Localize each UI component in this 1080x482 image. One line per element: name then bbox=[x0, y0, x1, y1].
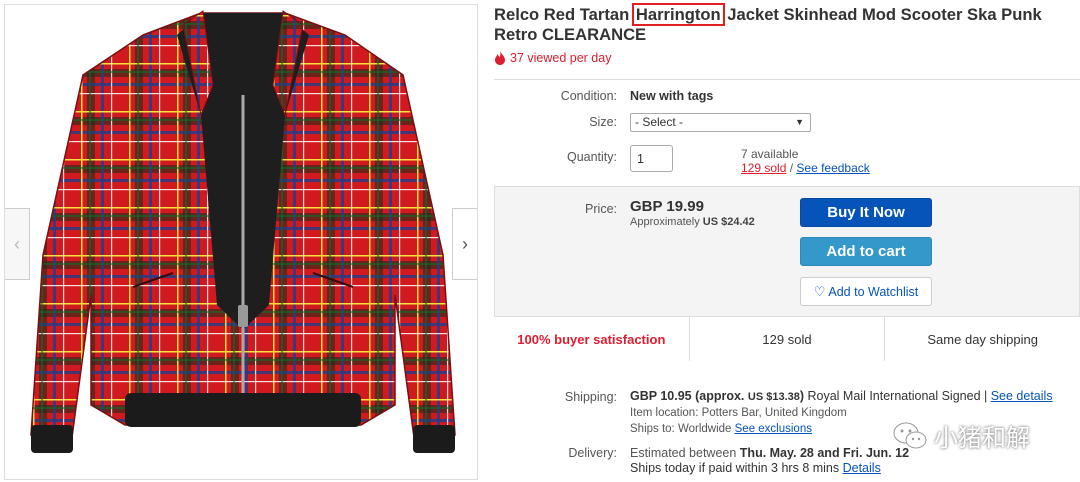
shipping-cost: GBP 10.95 (approx. bbox=[630, 389, 748, 403]
product-image-gallery: ‹ › bbox=[4, 4, 478, 480]
see-feedback-link[interactable]: See feedback bbox=[796, 161, 869, 175]
size-dropdown[interactable]: - Select - ▼ bbox=[630, 113, 811, 132]
delivery-label: Delivery: bbox=[568, 446, 617, 460]
ships-to-line: Ships to: Worldwide See exclusions bbox=[630, 423, 812, 435]
stat-same-day-shipping: Same day shipping bbox=[884, 317, 1080, 361]
product-photo-jacket bbox=[30, 10, 456, 453]
gallery-next-button[interactable]: › bbox=[452, 208, 477, 280]
ships-today-text: Ships today if paid within 3 hrs 8 mins bbox=[630, 461, 843, 475]
size-selected-value: - Select - bbox=[635, 115, 684, 129]
stats-row: 100% buyer satisfaction 129 sold Same da… bbox=[494, 316, 1080, 361]
condition-label: Condition: bbox=[560, 89, 617, 103]
quantity-input[interactable]: 1 bbox=[630, 145, 673, 172]
sold-count-link[interactable]: 129 sold bbox=[741, 161, 786, 175]
size-label: Size: bbox=[589, 115, 617, 129]
price-label: Price: bbox=[585, 202, 617, 216]
views-badge: 37 viewed per day bbox=[494, 51, 611, 65]
watermark: 小猪和解 bbox=[892, 418, 1030, 453]
see-exclusions-link[interactable]: See exclusions bbox=[735, 423, 812, 435]
item-location: Item location: Potters Bar, United Kingd… bbox=[630, 407, 847, 419]
add-to-watchlist-button[interactable]: ♡ Add to Watchlist bbox=[800, 277, 932, 306]
gallery-prev-button[interactable]: ‹ bbox=[5, 208, 30, 280]
approx-price: Approximately US $24.42 bbox=[630, 216, 755, 228]
approx-prefix: Approximately bbox=[630, 216, 703, 228]
flame-icon bbox=[495, 51, 505, 65]
delivery-details-link[interactable]: Details bbox=[843, 461, 881, 475]
shipping-label: Shipping: bbox=[564, 390, 617, 404]
delivery-estimate: Estimated between Thu. May. 28 and Fri. … bbox=[630, 446, 909, 460]
available-count: 7 available bbox=[741, 147, 799, 161]
add-to-cart-button[interactable]: Add to cart bbox=[800, 237, 932, 266]
chevron-left-icon: ‹ bbox=[14, 233, 20, 254]
heart-icon: ♡ bbox=[813, 283, 826, 299]
shipping-cost-usd: US $13.38 bbox=[747, 391, 800, 403]
divider bbox=[494, 79, 1080, 80]
watchlist-label: Add to Watchlist bbox=[828, 284, 919, 299]
buy-it-now-button[interactable]: Buy It Now bbox=[800, 198, 932, 227]
listing-title: Relco Red Tartan Harrington Jacket Skinh… bbox=[494, 3, 1074, 45]
watermark-text: 小猪和解 bbox=[934, 424, 1030, 452]
wechat-logo-icon bbox=[893, 422, 927, 448]
ships-to-text: Ships to: Worldwide bbox=[630, 423, 735, 435]
stat-sold: 129 sold bbox=[688, 317, 885, 361]
chevron-right-icon: › bbox=[462, 233, 468, 254]
title-highlight-box: Harrington bbox=[631, 3, 725, 26]
shipping-method: Royal Mail International Signed | bbox=[804, 389, 991, 403]
sold-feedback-line: 129 sold / See feedback bbox=[741, 161, 870, 175]
delivery-prefix: Estimated between bbox=[630, 446, 740, 460]
delivery-dates: Thu. May. 28 and Fri. Jun. 12 bbox=[739, 446, 910, 460]
condition-value: New with tags bbox=[630, 89, 714, 103]
dropdown-caret-icon: ▼ bbox=[795, 117, 804, 127]
quantity-label: Quantity: bbox=[566, 150, 617, 164]
price-value: GBP 19.99 bbox=[630, 198, 704, 215]
views-text: 37 viewed per day bbox=[510, 51, 612, 65]
shipping-cost-line: GBP 10.95 (approx. US $13.38) Royal Mail… bbox=[630, 389, 1053, 403]
stat-buyer-satisfaction: 100% buyer satisfaction bbox=[517, 331, 666, 347]
ships-today-line: Ships today if paid within 3 hrs 8 mins … bbox=[630, 461, 881, 475]
approx-value: US $24.42 bbox=[702, 216, 755, 228]
title-text-before: Relco Red Tartan bbox=[494, 5, 634, 24]
see-details-link[interactable]: See details bbox=[991, 389, 1053, 403]
sold-separator: / bbox=[786, 161, 797, 175]
